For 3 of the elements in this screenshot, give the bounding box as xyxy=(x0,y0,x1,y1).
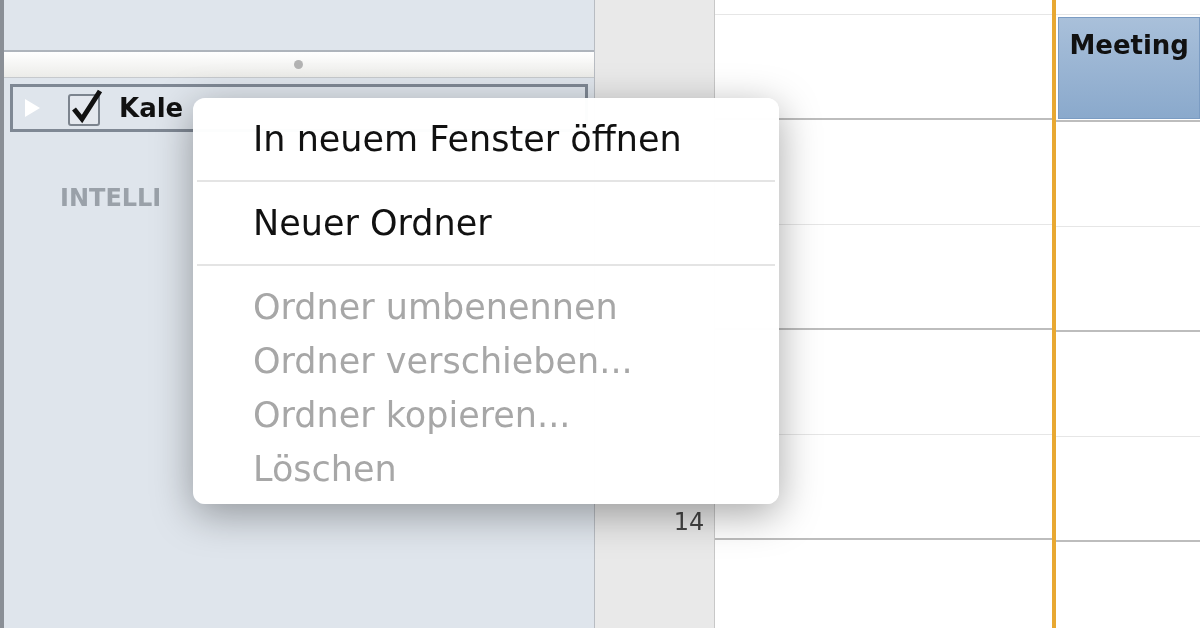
section-header: INTELLI xyxy=(60,183,162,214)
calendar-name: Kale xyxy=(119,91,184,125)
hour-label: 14 xyxy=(673,507,706,538)
